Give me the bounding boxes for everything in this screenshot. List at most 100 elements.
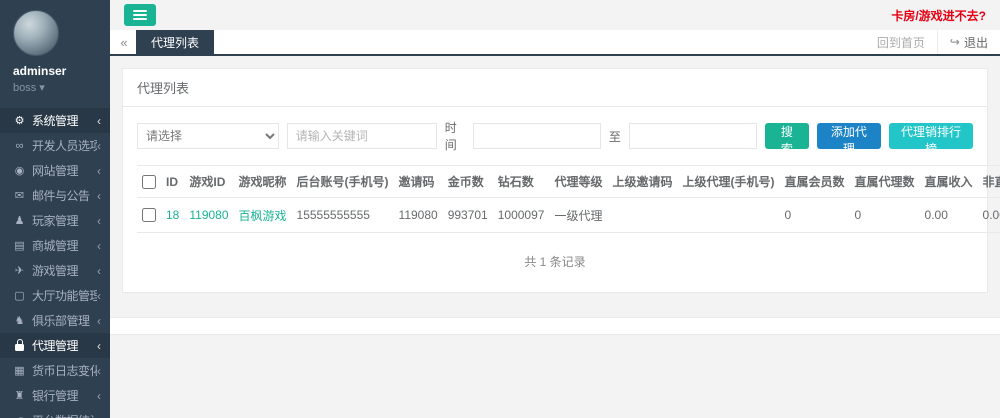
sidebar-item-website-management[interactable]: ◉ 网站管理 ‹ <box>0 158 110 183</box>
col-agent-level: 代理等级 <box>549 166 607 198</box>
user-icon: ♟ <box>12 214 27 227</box>
col-game-id: 游戏ID <box>184 166 233 198</box>
chart-icon: ↗ <box>12 414 27 418</box>
chevron-left-icon: ‹ <box>97 364 101 378</box>
sidebar-item-currency-log-changes[interactable]: ▦ 货币日志变化 ‹ <box>0 358 110 383</box>
user-profile: adminser boss ▾ <box>0 0 110 108</box>
user-role-dropdown[interactable]: boss ▾ <box>13 81 110 94</box>
row-checkbox[interactable] <box>142 208 156 222</box>
cogs-icon: ⚙ <box>12 114 27 127</box>
row-nickname-link[interactable]: 百枫游戏 <box>239 209 287 223</box>
time-start-input[interactable] <box>473 123 601 149</box>
alert-link[interactable]: 卡房/游戏进不去? <box>891 7 986 24</box>
chevron-left-icon: ‹ <box>97 289 101 303</box>
row-direct-agents: 0 <box>850 198 920 233</box>
row-invite-code: 119080 <box>394 198 443 233</box>
col-nickname: 游戏昵称 <box>234 166 292 198</box>
calendar-icon: ▦ <box>12 364 27 377</box>
page-footer <box>110 317 1000 335</box>
record-count: 共 1 条记录 <box>137 233 973 292</box>
time-label: 时间 <box>445 119 465 153</box>
chevron-left-icon: ‹ <box>97 264 101 278</box>
user-name: adminser <box>13 64 110 78</box>
col-invite-code: 邀请码 <box>394 166 443 198</box>
chevron-left-icon: ‹ <box>97 139 101 153</box>
chevron-left-icon: ‹ <box>97 239 101 253</box>
row-account: 15555555555 <box>292 198 394 233</box>
back-to-home-link[interactable]: 回到首页 <box>865 30 938 54</box>
col-direct-agents: 直属代理数 <box>850 166 920 198</box>
chevron-left-icon: ‹ <box>97 189 101 203</box>
search-button[interactable]: 搜索 <box>765 123 809 149</box>
chevron-left-icon: ‹ <box>97 389 101 403</box>
time-end-input[interactable] <box>629 123 757 149</box>
tab-bar: « 代理列表 回到首页 ↪ 退出 <box>110 30 1000 56</box>
collapse-tabs-icon[interactable]: « <box>110 30 136 54</box>
sidebar-item-platform-statistics[interactable]: ↗ 平台数据统计 ‹ <box>0 408 110 418</box>
col-direct-members: 直属会员数 <box>779 166 849 198</box>
col-parent-agent: 上级代理(手机号) <box>677 166 779 198</box>
sidebar-item-player-management[interactable]: ♟ 玩家管理 ‹ <box>0 208 110 233</box>
sidebar-item-lobby-function-management[interactable]: ▢ 大厅功能管理 ‹ <box>0 283 110 308</box>
sidebar: adminser boss ▾ ⚙ 系统管理 ‹ ∞ 开发人员选项 ‹ ◉ 网站… <box>0 0 110 418</box>
col-id: ID <box>161 166 184 198</box>
chevron-left-icon: ‹ <box>97 164 101 178</box>
topbar: 卡房/游戏进不去? <box>110 0 1000 30</box>
keyword-input[interactable] <box>287 123 437 149</box>
row-parent-agent <box>677 198 779 233</box>
row-parent-invite-code <box>607 198 677 233</box>
chevron-left-icon: ‹ <box>97 414 101 418</box>
row-id-link[interactable]: 18 <box>166 208 179 222</box>
sign-out-icon: ↪ <box>950 35 960 49</box>
select-all-header <box>137 166 161 198</box>
bell-icon: ✉ <box>12 189 27 202</box>
logout-label: 退出 <box>964 34 988 51</box>
filter-type-select[interactable]: 请选择 <box>137 123 279 149</box>
panel-title: 代理列表 <box>123 69 987 107</box>
agent-list-panel: 代理列表 请选择 时间 至 搜索 添加代理 代理销排行榜 <box>122 68 988 293</box>
tabbar-spacer <box>214 30 865 54</box>
chevron-left-icon: ‹ <box>97 214 101 228</box>
chevron-left-icon: ‹ <box>97 314 101 328</box>
row-direct-members: 0 <box>779 198 849 233</box>
desktop-icon: ▢ <box>12 289 27 302</box>
agent-ranking-button[interactable]: 代理销排行榜 <box>889 123 973 149</box>
col-indirect-income: 非直属收入 <box>978 166 1000 198</box>
row-direct-income: 0.00 <box>920 198 978 233</box>
col-direct-income: 直属收入 <box>920 166 978 198</box>
row-indirect-income: 0.00 <box>978 198 1000 233</box>
chevron-left-icon: ‹ <box>97 339 101 353</box>
avatar[interactable] <box>13 10 59 56</box>
main-area: 卡房/游戏进不去? « 代理列表 回到首页 ↪ 退出 代理列表 请选择 时间 至 <box>110 0 1000 418</box>
lock-icon <box>12 340 27 352</box>
link-icon: ∞ <box>12 140 27 152</box>
sidebar-item-mail-announcements[interactable]: ✉ 邮件与公告 ‹ <box>0 183 110 208</box>
row-gold: 993701 <box>443 198 493 233</box>
content-area: 代理列表 请选择 时间 至 搜索 添加代理 代理销排行榜 <box>110 56 1000 317</box>
menu-toggle-button[interactable] <box>124 4 156 26</box>
add-agent-button[interactable]: 添加代理 <box>817 123 881 149</box>
sidebar-item-game-management[interactable]: ✈ 游戏管理 ‹ <box>0 258 110 283</box>
filter-toolbar: 请选择 时间 至 搜索 添加代理 代理销排行榜 <box>137 119 973 153</box>
sidebar-item-bank-management[interactable]: ♜ 银行管理 ‹ <box>0 383 110 408</box>
sidebar-item-developer-options[interactable]: ∞ 开发人员选项 ‹ <box>0 133 110 158</box>
sidebar-item-club-management[interactable]: ♞ 俱乐部管理 ‹ <box>0 308 110 333</box>
to-label: 至 <box>609 128 621 145</box>
sidebar-item-mall-management[interactable]: ▤ 商城管理 ‹ <box>0 233 110 258</box>
row-game-id-link[interactable]: 119080 <box>189 208 228 222</box>
table-row: 18 119080 百枫游戏 15555555555 119080 993701… <box>137 198 1000 233</box>
sidebar-item-agent-management[interactable]: 代理管理 ‹ <box>0 333 110 358</box>
logout-link[interactable]: ↪ 退出 <box>938 30 1000 54</box>
col-gold: 金币数 <box>443 166 493 198</box>
select-all-checkbox[interactable] <box>142 175 156 189</box>
chevron-left-icon: ‹ <box>97 114 101 128</box>
col-diamond: 钻石数 <box>493 166 550 198</box>
tab-agent-list[interactable]: 代理列表 <box>136 30 214 54</box>
page-bottom-fill <box>110 335 1000 418</box>
row-agent-level: 一级代理 <box>549 198 607 233</box>
agent-table: ID 游戏ID 游戏昵称 后台账号(手机号) 邀请码 金币数 钻石数 代理等级 … <box>137 165 1000 233</box>
col-parent-invite-code: 上级邀请码 <box>607 166 677 198</box>
sidebar-item-system-management[interactable]: ⚙ 系统管理 ‹ <box>0 108 110 133</box>
sidebar-nav: ⚙ 系统管理 ‹ ∞ 开发人员选项 ‹ ◉ 网站管理 ‹ ✉ 邮件与公告 ‹ ♟… <box>0 108 110 418</box>
row-diamond: 1000097 <box>493 198 550 233</box>
